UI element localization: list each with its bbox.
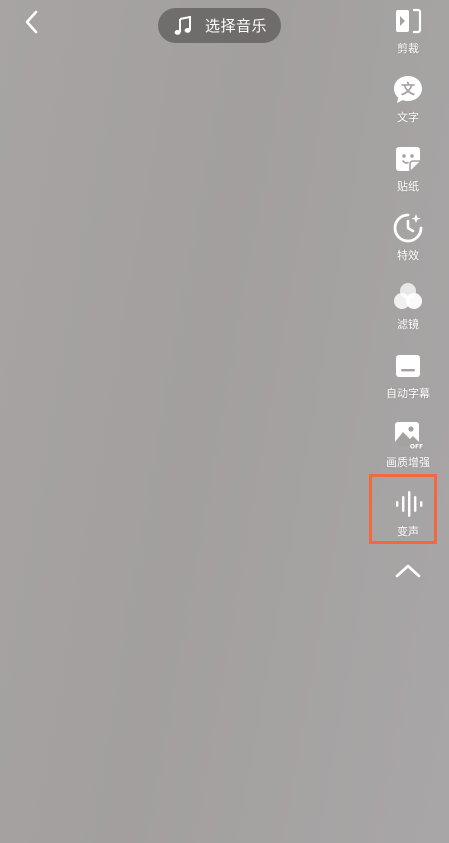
select-music-button[interactable]: 选择音乐 bbox=[158, 8, 281, 43]
tool-voice-change[interactable]: 变声 bbox=[371, 487, 445, 549]
music-note-icon bbox=[173, 15, 193, 36]
enhance-icon: OFF bbox=[391, 418, 425, 452]
tool-subtitles-label: 自动字幕 bbox=[386, 387, 430, 400]
select-music-label: 选择音乐 bbox=[205, 17, 268, 35]
video-editor-screen: 选择音乐 剪裁 文 文字 贴纸 特效 滤镜 自动字幕 OFF 画质增强 变声 bbox=[0, 0, 449, 843]
tool-cut-label: 剪裁 bbox=[397, 42, 419, 55]
effects-icon bbox=[391, 211, 425, 245]
tool-filter-label: 滤镜 bbox=[397, 318, 419, 331]
text-icon: 文 bbox=[391, 73, 425, 107]
chevron-up-icon bbox=[394, 563, 422, 579]
tool-effects[interactable]: 特效 bbox=[371, 211, 445, 273]
back-button[interactable] bbox=[16, 6, 48, 38]
collapse-toolbar-button[interactable] bbox=[390, 558, 426, 584]
subtitles-icon bbox=[391, 349, 425, 383]
tool-effects-label: 特效 bbox=[397, 249, 419, 262]
cut-icon bbox=[391, 4, 425, 38]
tool-filter[interactable]: 滤镜 bbox=[371, 280, 445, 342]
tool-cut[interactable]: 剪裁 bbox=[371, 4, 445, 66]
chevron-left-icon bbox=[23, 9, 41, 35]
tool-voice-change-label: 变声 bbox=[397, 525, 419, 538]
tool-enhance-label: 画质增强 bbox=[386, 456, 430, 469]
tool-sticker-label: 贴纸 bbox=[397, 180, 419, 193]
tool-subtitles[interactable]: 自动字幕 bbox=[371, 349, 445, 411]
text-icon-glyph: 文 bbox=[401, 81, 416, 98]
voice-change-icon bbox=[391, 487, 425, 521]
tool-enhance[interactable]: OFF 画质增强 bbox=[371, 418, 445, 480]
tool-text[interactable]: 文 文字 bbox=[371, 73, 445, 135]
tool-sticker[interactable]: 贴纸 bbox=[371, 142, 445, 204]
sticker-icon bbox=[391, 142, 425, 176]
filter-icon bbox=[391, 280, 425, 314]
enhance-off-badge: OFF bbox=[410, 444, 423, 451]
tool-text-label: 文字 bbox=[397, 111, 419, 124]
